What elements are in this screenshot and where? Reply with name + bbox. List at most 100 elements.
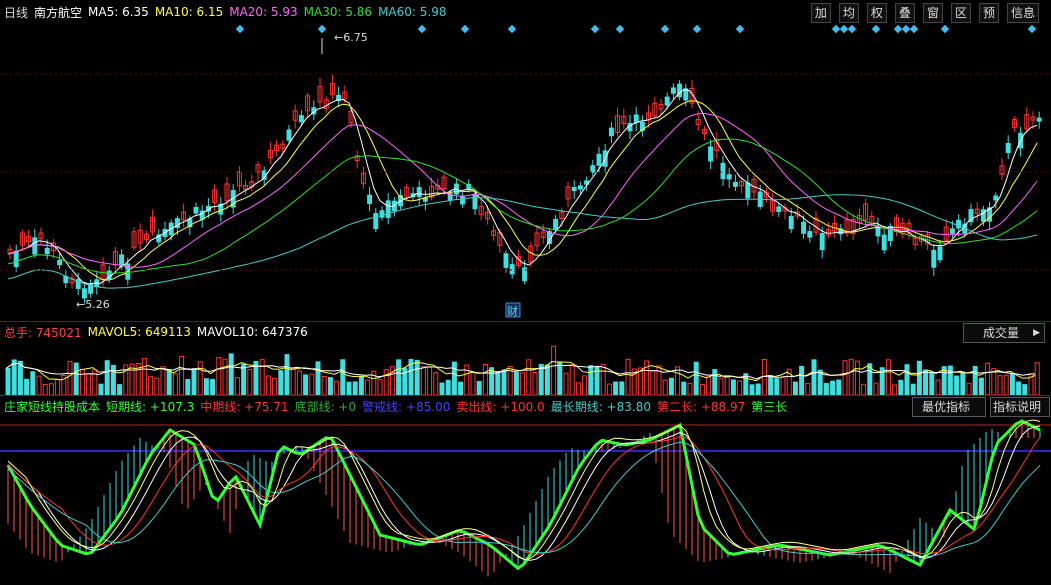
indicator-line-label-2: 底部线: +0 xyxy=(294,399,357,414)
best-indicator-button[interactable]: 最优指标 xyxy=(912,397,986,417)
volume-bar xyxy=(662,379,668,395)
volume-bar xyxy=(910,383,916,395)
volume-bar xyxy=(172,373,178,395)
volume-bar xyxy=(129,363,135,395)
price-candle xyxy=(119,254,125,267)
volume-bar xyxy=(1009,373,1015,395)
volume-bar xyxy=(228,353,234,395)
volume-bar xyxy=(104,360,110,395)
price-candle xyxy=(416,187,422,198)
price-candle xyxy=(81,288,87,299)
volume-bar xyxy=(1022,384,1028,395)
signal-diamond xyxy=(417,24,427,34)
price-candle xyxy=(788,215,794,230)
volume-bar xyxy=(259,359,265,395)
volume-bar xyxy=(396,359,402,395)
price-candle xyxy=(776,206,782,213)
volume-bar xyxy=(482,364,488,395)
signal-diamond xyxy=(507,24,517,34)
price-candle xyxy=(385,200,391,219)
volume-bar xyxy=(327,377,333,395)
ma-legend: MA5: 6.35 MA10: 6.15 MA20: 5.93 MA30: 5.86 M… xyxy=(88,5,452,19)
volume-bar xyxy=(495,372,501,395)
volume-chart[interactable] xyxy=(0,341,1051,395)
price-candle xyxy=(720,162,726,180)
toolbar-button-3[interactable]: 叠 xyxy=(894,3,915,23)
toolbar-button-1[interactable]: 均 xyxy=(838,3,859,23)
volume-bar xyxy=(265,375,271,395)
price-candle xyxy=(577,185,583,190)
best-indicator-label: 最优指标 xyxy=(921,400,970,414)
signal-diamond xyxy=(839,24,849,34)
indicator-line-label-7: 第三长 xyxy=(751,399,788,414)
price-candle xyxy=(553,218,559,231)
volume-bar xyxy=(222,358,228,395)
volume-dropdown-button[interactable]: 成交量 ▶ xyxy=(963,323,1045,343)
volume-bar xyxy=(79,369,85,395)
volume-bar xyxy=(569,364,575,395)
volume-bar xyxy=(445,379,451,395)
volume-bar xyxy=(582,375,588,395)
signal-diamond xyxy=(660,24,670,34)
volume-bar xyxy=(17,360,23,395)
price-candle xyxy=(596,153,602,166)
volume-bar xyxy=(427,366,433,395)
volume-bar xyxy=(309,373,315,395)
volume-bar xyxy=(693,361,699,395)
dropdown-icon: ▶ xyxy=(1033,328,1040,338)
volume-bar xyxy=(904,364,910,395)
toolbar-button-5[interactable]: 区 xyxy=(950,3,971,23)
signal-diamond xyxy=(317,24,327,34)
price-candle xyxy=(633,114,639,123)
period-label[interactable]: 日线 xyxy=(0,4,28,21)
volume-bar xyxy=(476,381,482,395)
toolbar-button-7[interactable]: 信息 xyxy=(1006,3,1039,23)
signal-diamond xyxy=(940,24,950,34)
volume-bar xyxy=(272,377,278,395)
volume-bar xyxy=(997,375,1003,395)
toolbar-button-4[interactable]: 窗 xyxy=(922,3,943,23)
volume-bar xyxy=(538,363,544,395)
volume-bar xyxy=(352,381,358,395)
price-candle xyxy=(670,87,676,94)
signal-diamond xyxy=(235,24,245,34)
volume-bar xyxy=(30,371,36,395)
price-chart[interactable]: ←6.75 ←5.26 财 xyxy=(0,24,1051,321)
volume-bar xyxy=(278,370,284,395)
volume-bar xyxy=(210,378,216,395)
volume-bar xyxy=(489,367,495,395)
volume-bar xyxy=(141,357,147,395)
volume-bar xyxy=(451,361,457,395)
price-candle xyxy=(571,187,577,192)
volume-bar xyxy=(340,359,346,395)
volume-bar xyxy=(383,369,389,395)
signal-diamond xyxy=(847,24,857,34)
volume-bar xyxy=(315,361,321,395)
volume-bar xyxy=(203,378,209,395)
toolbar-button-2[interactable]: 权 xyxy=(866,3,887,23)
volume-bar xyxy=(966,382,972,395)
volume-bar xyxy=(1003,374,1009,395)
volume-bar xyxy=(414,359,420,395)
toolbar-button-0[interactable]: 加 xyxy=(810,3,831,23)
toolbar: 加均权叠窗区预信息 xyxy=(809,3,1045,23)
volume-bar xyxy=(842,360,848,395)
signal-diamond xyxy=(1027,24,1037,34)
indicator-chart[interactable] xyxy=(0,415,1051,585)
volume-bar xyxy=(458,381,464,395)
indicator-line-label-5: 最长期线: +83.80 xyxy=(550,399,651,414)
indicator-info-bar: 庄家短线持股成本 短期线: +107.3 中期线: +75.71 底部线: +0 警戒… xyxy=(0,395,1051,417)
volume-bar xyxy=(761,359,767,395)
price-candle xyxy=(1036,117,1042,122)
price-candle xyxy=(44,247,50,255)
ma-label-0: MA5: 6.35 xyxy=(88,5,149,19)
indicator-line-label-6: 第二长: +88.97 xyxy=(656,399,746,414)
volume-info-bar: 总手: 745021 MAVOL5: 649113 MAVOL10: 64737… xyxy=(0,321,1051,343)
indicator-help-button[interactable]: 指标说明 xyxy=(990,397,1050,417)
volume-bar xyxy=(532,372,538,395)
price-candle xyxy=(367,194,373,205)
stock-name: 南方航空 xyxy=(34,5,83,20)
volume-bar xyxy=(470,371,476,395)
toolbar-button-6[interactable]: 预 xyxy=(978,3,999,23)
volume-bar xyxy=(433,372,439,395)
